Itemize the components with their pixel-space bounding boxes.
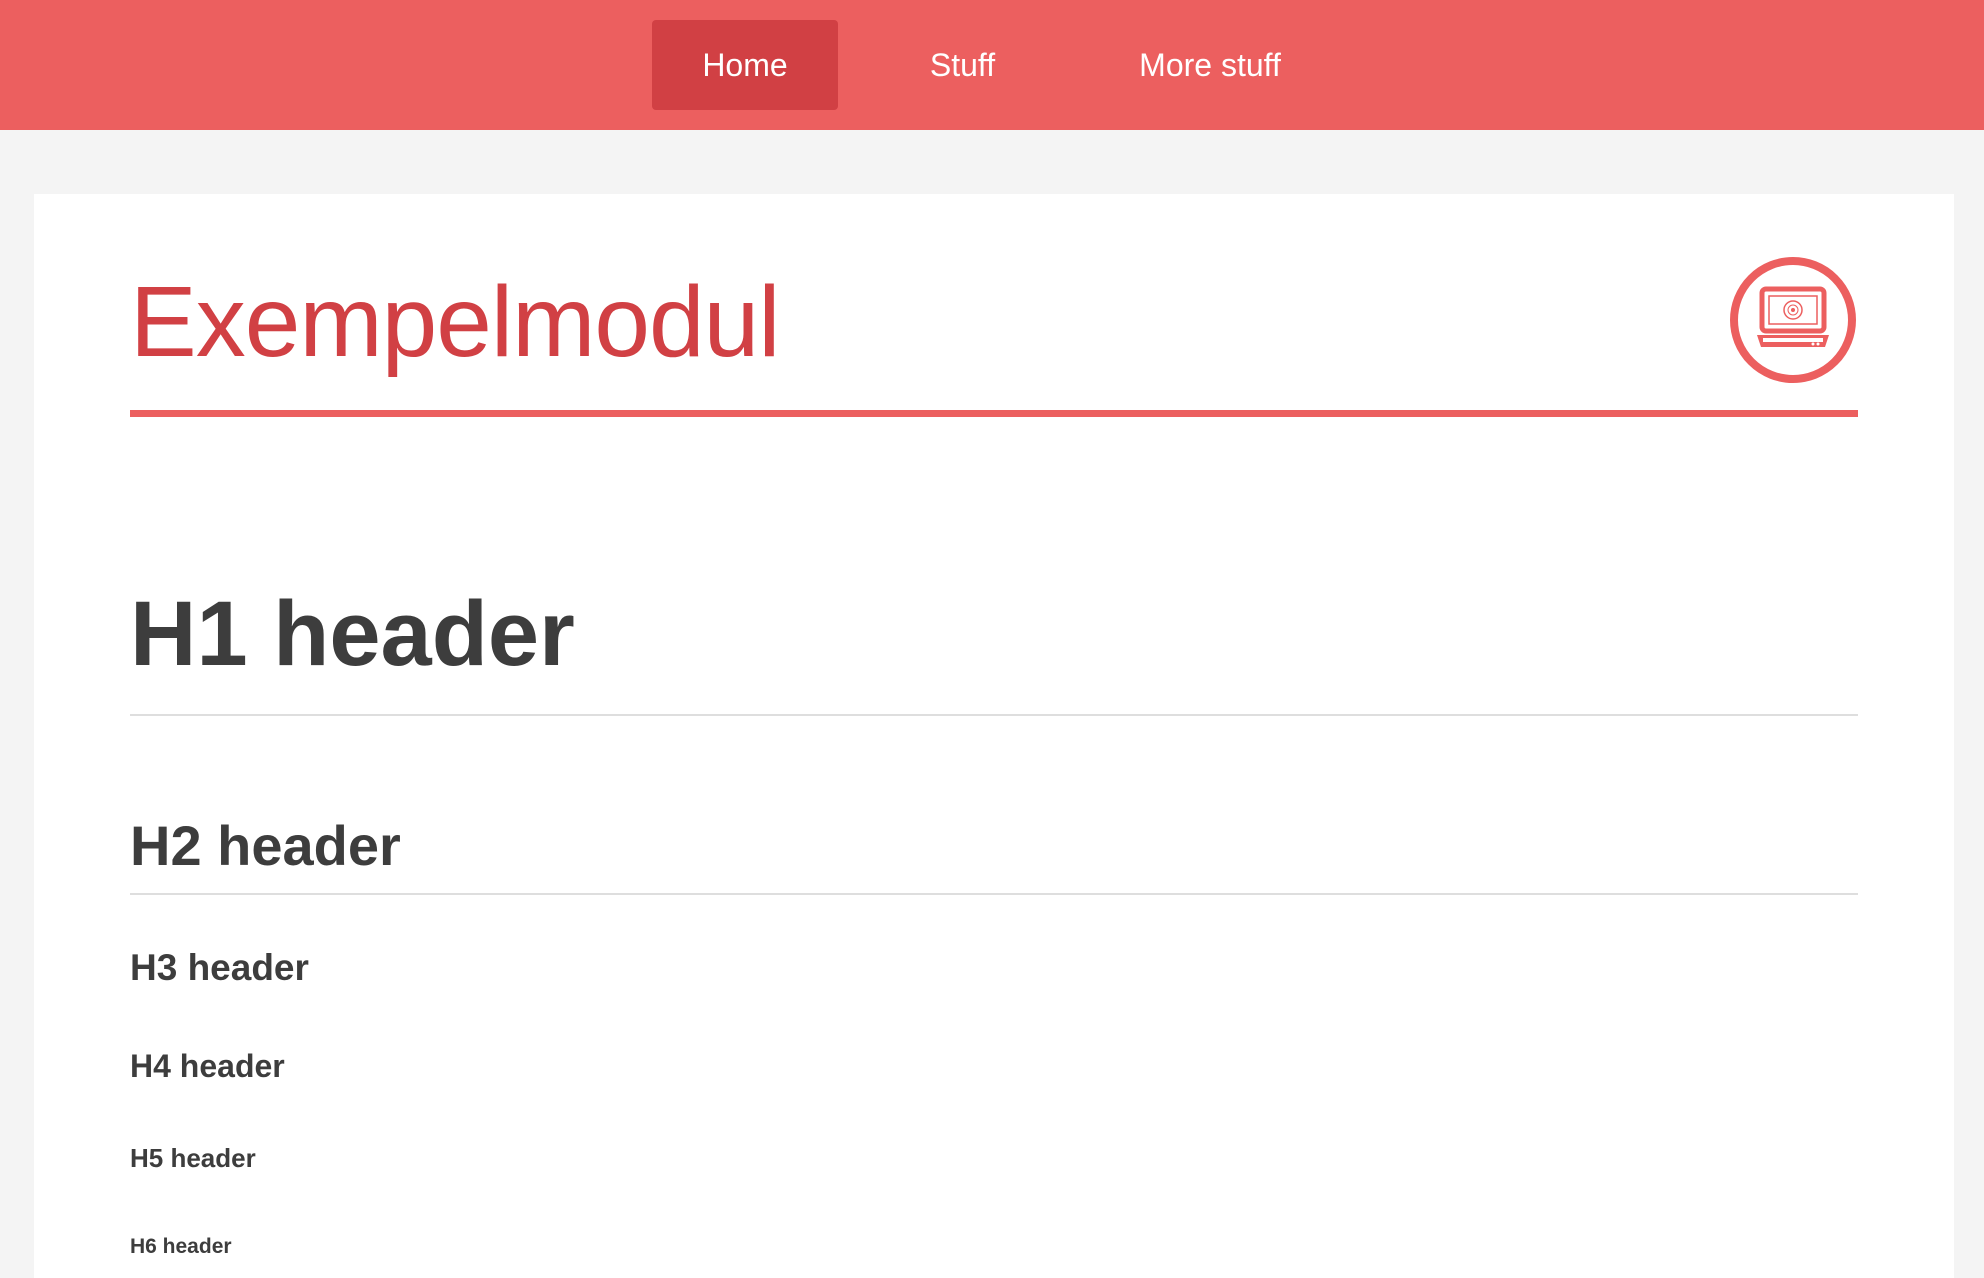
h1-header: H1 header [130,583,575,685]
h2-header: H2 header [130,814,401,877]
h1-divider [130,714,1858,716]
nav-item-home[interactable]: Home [652,20,838,110]
module-title: Exempelmodul [130,266,780,378]
top-nav-bar: Home Stuff More stuff [0,0,1984,130]
nav-item-stuff[interactable]: Stuff [895,20,1030,110]
content-card: Exempelmodul H1 header H2 header H3 head… [34,194,1954,1278]
h4-header: H4 header [130,1048,285,1084]
laptop-icon [1729,256,1857,384]
h3-header: H3 header [130,947,309,988]
h2-divider [130,893,1858,895]
h5-header: H5 header [130,1143,256,1173]
title-divider [130,410,1858,417]
nav-item-more-stuff[interactable]: More stuff [1110,20,1310,110]
h6-header: H6 header [130,1235,232,1258]
